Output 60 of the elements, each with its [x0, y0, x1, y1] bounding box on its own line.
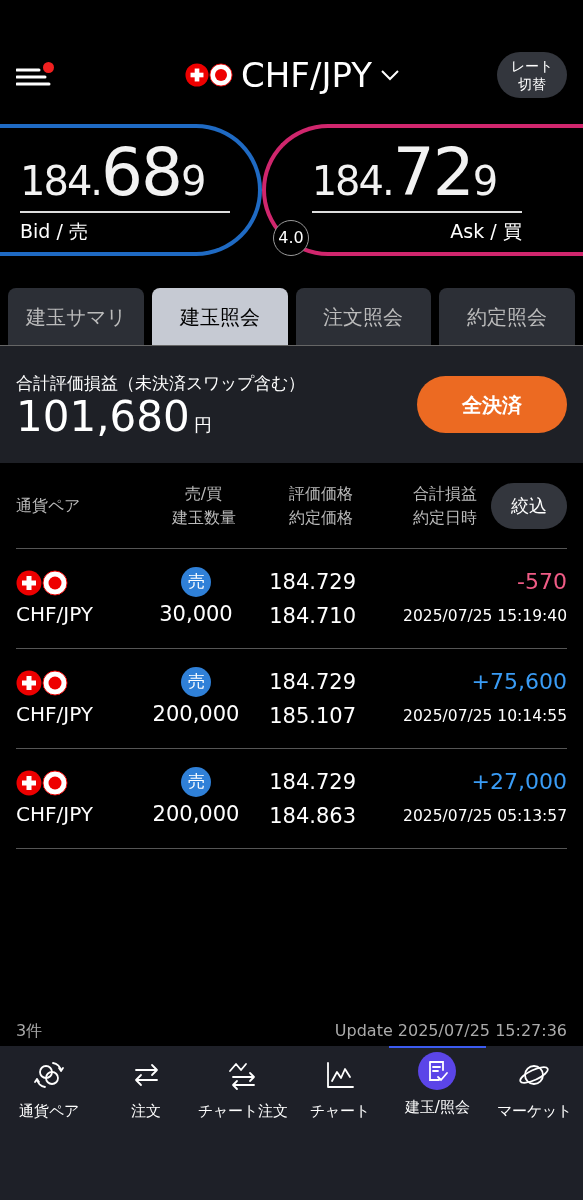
update-time: Update 2025/07/25 15:27:36	[334, 1020, 567, 1042]
line-chart-icon	[324, 1059, 357, 1091]
tab[interactable]: 注文照会	[295, 288, 432, 345]
nav-tab[interactable]: チャート	[291, 1052, 389, 1123]
result-count: 3件	[16, 1020, 43, 1042]
nav-tab[interactable]: 建玉/照会	[388, 1046, 486, 1119]
tab[interactable]: 建玉サマリ	[8, 288, 144, 345]
nav-tab[interactable]: 注文	[97, 1052, 195, 1123]
position-quantity: 30,000	[159, 600, 233, 628]
position-row[interactable]: CHF/JPY 売 200,000 184.729 184.863 +27,000 2025/07/25 05:13:57	[16, 749, 567, 849]
tab[interactable]: 約定照会	[439, 288, 575, 345]
pair-name: CHF/JPY	[16, 700, 93, 728]
contract-price: 184.863	[269, 802, 356, 830]
column-header: 売/買 建玉数量	[170, 482, 237, 529]
summary-label: 合計評価損益（未決済スワップ含む）	[16, 371, 305, 395]
spread-badge: 4.0	[273, 220, 309, 256]
position-quantity: 200,000	[152, 700, 240, 728]
exchange-circles-icon	[32, 1059, 65, 1091]
currency-unit: 円	[193, 413, 212, 438]
profit-loss: +75,600	[471, 667, 567, 696]
sell-badge: 売	[181, 766, 211, 797]
contract-price: 184.710	[269, 602, 356, 630]
column-header: 合計損益 約定日時	[412, 482, 477, 529]
position-row[interactable]: CHF/JPY 売 30,000 184.729 184.710 -570 2025/07/25 15:19:40	[16, 549, 567, 649]
valuation-price: 184.729	[269, 668, 356, 696]
column-header: 評価価格 約定価格	[288, 482, 354, 529]
bid-price-panel[interactable]: 184.689 Bid / 売	[0, 124, 262, 256]
document-check-icon	[418, 1052, 457, 1090]
position-quantity: 200,000	[152, 800, 240, 828]
nav-tab[interactable]: チャート注文	[194, 1052, 292, 1123]
total-pl-amount: 101,680	[16, 396, 190, 439]
column-header: 通貨ペア	[16, 494, 81, 517]
pair-name: CHF/JPY	[16, 600, 93, 628]
contract-price: 185.107	[269, 702, 356, 730]
price-text: 184.729	[311, 134, 522, 213]
profit-loss: -570	[517, 567, 567, 596]
currency-flags-icon	[16, 568, 68, 597]
price-label: Ask / 買	[449, 218, 522, 244]
sell-badge: 売	[181, 566, 211, 597]
price-label: Bid / 売	[20, 218, 89, 244]
contract-datetime: 2025/07/25 05:13:57	[403, 805, 567, 827]
profit-loss: +27,000	[471, 767, 567, 796]
sell-badge: 売	[181, 666, 211, 697]
valuation-price: 184.729	[269, 568, 356, 596]
rate-switch-button[interactable]: レート 切替	[497, 52, 567, 98]
valuation-price: 184.729	[269, 768, 356, 796]
tab[interactable]: 建玉照会	[151, 288, 288, 345]
nav-tab[interactable]: マーケット	[485, 1052, 583, 1123]
pair-name: CHF/JPY	[16, 800, 93, 828]
filter-button[interactable]: 絞込	[491, 482, 567, 529]
currency-flags-icon	[16, 668, 68, 697]
contract-datetime: 2025/07/25 15:19:40	[403, 605, 567, 627]
currency-flags-icon	[185, 62, 234, 88]
contract-datetime: 2025/07/25 10:14:55	[403, 705, 567, 727]
chevron-down-icon	[379, 69, 400, 81]
position-row[interactable]: CHF/JPY 売 200,000 184.729 185.107 +75,600 2025/07/25 10:14:55	[16, 649, 567, 749]
currency-flags-icon	[16, 768, 68, 797]
nav-tab[interactable]: 通貨ペア	[0, 1052, 98, 1123]
price-text: 184.689	[20, 134, 230, 213]
pair-selector[interactable]: CHF/JPY	[185, 58, 400, 92]
